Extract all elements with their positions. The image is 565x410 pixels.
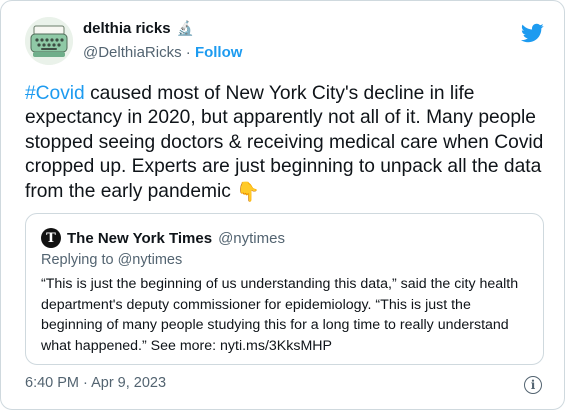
replying-to: Replying to @nytimes bbox=[41, 252, 183, 268]
info-icon[interactable]: i bbox=[524, 376, 542, 394]
tweet-timestamp[interactable]: 6:40 PM · Apr 9, 2023 bbox=[25, 375, 166, 391]
nyt-logo-icon: T bbox=[41, 228, 61, 248]
hashtag-link[interactable]: #Covid bbox=[25, 83, 85, 104]
twitter-bird-icon[interactable] bbox=[518, 21, 546, 45]
tweet-body: #Covid caused most of New York City's de… bbox=[25, 82, 545, 205]
tweet-text: caused most of New York City's decline i… bbox=[25, 83, 544, 202]
handle-separator: · bbox=[185, 44, 191, 61]
quoted-tweet-header: T The New York Times @nytimes bbox=[41, 228, 285, 248]
typewriter-avatar[interactable] bbox=[25, 17, 73, 65]
quoted-display-name: The New York Times bbox=[67, 229, 213, 247]
embedded-tweet-card: delthia ricks 🔬 @DelthiaRicks · Follow #… bbox=[0, 0, 565, 410]
pointing-down-emoji: 👇 bbox=[236, 181, 260, 203]
quoted-tweet-text: “This is just the beginning of us unders… bbox=[41, 276, 519, 354]
quoted-tweet[interactable]: T The New York Times @nytimes Replying t… bbox=[25, 213, 544, 365]
author-name[interactable]: delthia ricks 🔬 bbox=[83, 20, 194, 37]
microscope-icon: 🔬 bbox=[176, 20, 194, 36]
author-handle-row: @DelthiaRicks · Follow bbox=[83, 44, 242, 61]
follow-button[interactable]: Follow bbox=[195, 44, 243, 61]
author-display-name: delthia ricks bbox=[83, 20, 171, 37]
author-handle[interactable]: @DelthiaRicks bbox=[83, 44, 182, 61]
quoted-handle: @nytimes bbox=[218, 229, 285, 247]
typewriter-avatar-icon bbox=[25, 17, 73, 65]
